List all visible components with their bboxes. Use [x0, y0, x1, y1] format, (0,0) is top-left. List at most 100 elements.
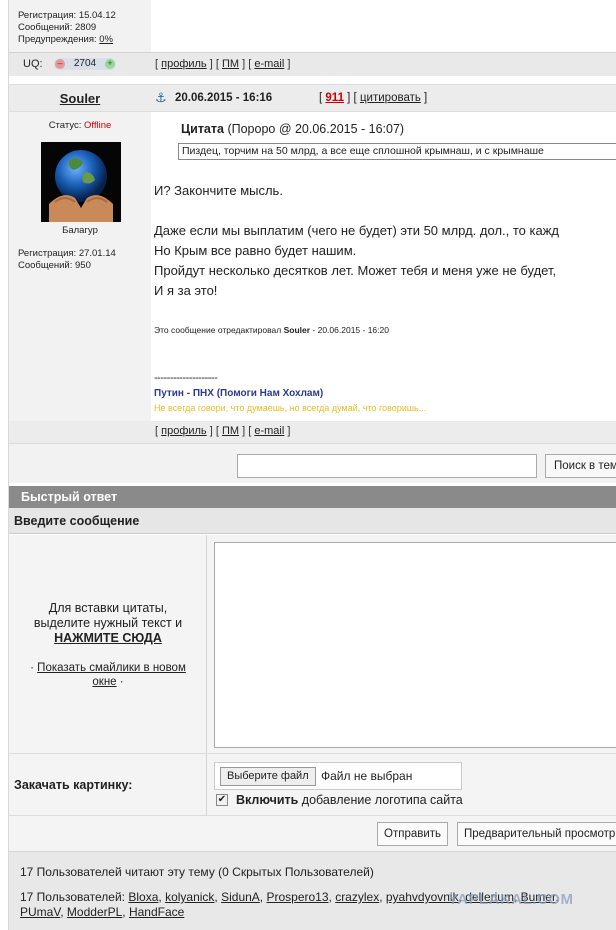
preview-button[interactable]: Предварительный просмотр — [457, 822, 616, 846]
quote-meta: (Пороро @ 20.06.2015 - 16:07) — [223, 122, 405, 136]
user-status: Статус: Offline — [9, 120, 151, 131]
bracket: ] [ — [209, 58, 219, 70]
edited-note: Это сообщение отредактировал Souler - 20… — [154, 325, 389, 335]
prev-user-warnings: Предупреждения: 0% — [9, 34, 151, 46]
user-rank: Балагур — [62, 225, 98, 236]
logo-checkbox-label: Включить добавление логотипа сайта — [236, 793, 463, 807]
bracket: ] — [287, 58, 291, 70]
page: Регистрация: 15.04.12 Сообщений: 2809 Пр… — [8, 0, 616, 930]
logo-label-rest: добавление логотипа сайта — [298, 793, 463, 807]
choose-file-button[interactable]: Выберите файл — [220, 767, 316, 786]
bracket: ] [ — [242, 425, 252, 437]
post-user-panel: Статус: Offline Балагур Регистрация: 27.… — [9, 112, 151, 421]
quote-header: Цитата (Пороро @ 20.06.2015 - 16:07) — [181, 122, 404, 136]
show-smiles-link[interactable]: Показать смайлики в новом окне — [37, 662, 186, 688]
avatar-globe-image — [41, 142, 121, 222]
reader-link[interactable]: HandFace — [129, 905, 184, 919]
post-header: Souler ⚓ 20.06.2015 - 16:16 [ 911 ] [ ци… — [9, 84, 616, 112]
bracket: ] — [287, 425, 291, 437]
bracket: ] [ — [347, 92, 357, 104]
prev-post-body — [151, 0, 616, 52]
prev-user-posts: Сообщений: 2809 — [18, 22, 97, 33]
user-posts: Сообщений: 950 — [18, 260, 91, 271]
reader-link[interactable]: crazylex — [335, 890, 379, 904]
reader-link[interactable]: SidunA — [221, 890, 260, 904]
smiles-row: · Показать смайлики в новом окне · — [9, 661, 207, 689]
status-value: Offline — [84, 120, 112, 131]
reputation-value[interactable]: 911 — [325, 92, 344, 104]
quick-reply-help: Для вставки цитаты, выделите нужный текс… — [9, 535, 207, 753]
prev-post-footer: UQ: – 2704 + [ профиль ] [ ПМ ] [ e-mail… — [9, 52, 616, 76]
signature-separator: -------------------- — [154, 372, 218, 384]
hint-line: выделите нужный текст и — [33, 616, 183, 630]
bracket: [ — [155, 58, 159, 70]
post-links: [ профиль ] [ ПМ ] [ e-mail ] — [155, 425, 290, 437]
post-author-link[interactable]: Souler — [9, 91, 151, 106]
uq-badge: – 2704 + — [54, 58, 116, 70]
bracket: [ — [319, 92, 323, 104]
upload-cell: Выберите файл Файл не выбран ✔ Включить … — [207, 753, 616, 815]
readers-title: 17 Пользователей читают эту тему (0 Скры… — [20, 865, 374, 879]
insert-quote-link[interactable]: НАЖМИТЕ СЮДА — [9, 631, 207, 646]
post-line: Даже если мы выплатим (чего не будет) эт… — [154, 223, 559, 238]
bracket: [ — [155, 425, 159, 437]
prev-post-links: [ профиль ] [ ПМ ] [ e-mail ] — [155, 58, 290, 70]
email-link[interactable]: e-mail — [254, 58, 284, 70]
profile-link[interactable]: профиль — [161, 58, 207, 70]
reader-link[interactable]: ModderPL — [67, 905, 122, 919]
logo-label-bold: Включить — [236, 793, 299, 807]
uq-value: 2704 — [73, 58, 97, 69]
reader-link[interactable]: Prospero13 — [266, 890, 328, 904]
signature-line-2: Не всегда говори, что думаешь, но всегда… — [154, 403, 427, 413]
edited-prefix: Это сообщение отредактировал — [154, 325, 284, 335]
upload-label-cell: Закачать картинку: — [9, 753, 207, 815]
bullet: · — [116, 676, 124, 688]
user-reg: Регистрация: 27.01.14 — [18, 248, 116, 259]
reader-link[interactable]: PUmaV — [20, 905, 60, 919]
status-label: Статус: — [48, 120, 84, 131]
logo-checkbox[interactable]: ✔ — [216, 794, 228, 806]
reply-actions: Отправить Предварительный просмотр — [9, 815, 616, 851]
warnings-label: Предупреждения: — [18, 34, 100, 45]
quote-hint: Для вставки цитаты, выделите нужный текс… — [9, 601, 207, 646]
upload-label: Закачать картинку: — [14, 778, 133, 792]
email-link[interactable]: e-mail — [254, 425, 284, 437]
post-line: И? Закончите мысль. — [154, 183, 283, 198]
profile-link[interactable]: профиль — [161, 425, 207, 437]
post-rep-links: [ 911 ] [ цитировать ] — [319, 92, 427, 104]
topic-search-bar: Поиск в теме — [9, 443, 616, 483]
pm-link[interactable]: ПМ — [222, 425, 239, 437]
reader-link[interactable]: Bloxa — [128, 890, 158, 904]
warnings-link[interactable]: 0% — [99, 34, 113, 45]
post-footer: [ профиль ] [ ПМ ] [ e-mail ] — [9, 421, 616, 443]
anchor-icon[interactable]: ⚓ — [155, 90, 167, 106]
send-button[interactable]: Отправить — [377, 822, 449, 846]
uq-label: UQ: — [23, 58, 43, 70]
site-watermark: YAPLAKAL.COM — [448, 891, 574, 908]
post-line: И я за это! — [154, 283, 218, 298]
prev-user-reg: Регистрация: 15.04.12 — [18, 10, 116, 21]
edited-date: - 20.06.2015 - 16:20 — [310, 325, 389, 335]
uq-minus-button[interactable]: – — [55, 59, 65, 69]
post-line: Пройдут несколько десятков лет. Может те… — [154, 263, 557, 278]
bracket: ] [ — [242, 58, 252, 70]
topic-search-button[interactable]: Поиск в теме — [545, 454, 616, 478]
uq-plus-button[interactable]: + — [105, 59, 115, 69]
file-input: Выберите файл Файл не выбран — [214, 762, 462, 790]
hint-line: Для вставки цитаты, — [48, 601, 168, 615]
post-body: Цитата (Пороро @ 20.06.2015 - 16:07) Пиз… — [151, 112, 616, 421]
quick-reply-subheader: Введите сообщение — [9, 508, 616, 534]
bracket: ] — [424, 92, 428, 104]
file-status: Файл не выбран — [321, 769, 413, 783]
topic-search-input[interactable] — [237, 454, 537, 478]
message-textarea[interactable] — [214, 542, 616, 748]
post-date: 20.06.2015 - 16:16 — [175, 92, 273, 104]
avatar[interactable] — [41, 142, 121, 222]
quote-link[interactable]: цитировать — [360, 92, 421, 104]
reader-link[interactable]: kolyanick — [165, 890, 214, 904]
quick-reply-header: Быстрый ответ — [9, 486, 616, 508]
edited-user: Souler — [283, 325, 311, 335]
pm-link[interactable]: ПМ — [222, 58, 239, 70]
signature-line-1: Путин - ПНХ (Помоги Нам Хохлам) — [154, 388, 324, 399]
message-area-cell — [207, 535, 616, 753]
